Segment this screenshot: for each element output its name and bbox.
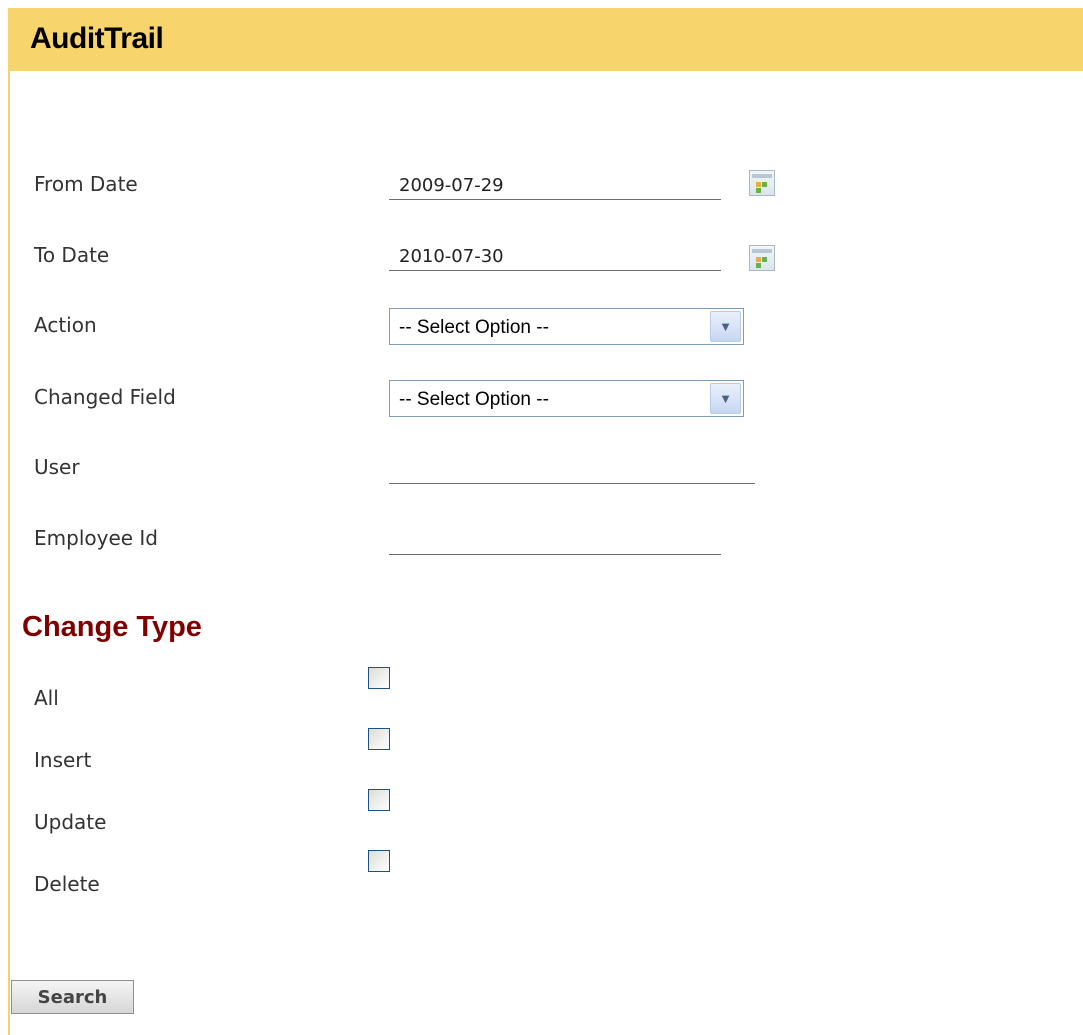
panel-header: AuditTrail [8,8,1083,71]
user-field[interactable] [389,456,755,484]
change-type-all-label: All [34,686,59,710]
changed-field-select-value: -- Select Option -- [399,389,549,410]
chevron-down-icon[interactable]: ▼ [710,383,741,414]
employee-id-label: Employee Id [34,526,159,550]
from-date-field[interactable] [389,172,721,200]
changed-field-label: Changed Field [34,385,176,409]
change-type-delete-label: Delete [34,872,100,896]
calendar-header-bar [752,249,772,253]
from-date-label: From Date [34,172,138,196]
change-type-insert-checkbox[interactable] [368,728,390,750]
user-label: User [34,455,80,479]
from-date-calendar-icon[interactable] [749,170,775,196]
calendar-day-mark [756,188,761,193]
action-select-value: -- Select Option -- [399,317,549,338]
calendar-day-mark [756,257,761,262]
to-date-label: To Date [34,243,110,267]
calendar-day-mark [762,257,767,262]
calendar-day-mark [756,263,761,268]
change-type-update-label: Update [34,810,107,834]
change-type-insert-label: Insert [34,748,92,772]
change-type-all-checkbox[interactable] [368,667,390,689]
calendar-day-mark [756,182,761,187]
action-select[interactable]: -- Select Option -- ▼ [389,308,744,345]
change-type-update-checkbox[interactable] [368,789,390,811]
audit-trail-panel [8,8,1083,1035]
calendar-header-bar [752,174,772,178]
search-button[interactable]: Search [11,980,134,1014]
to-date-field[interactable] [389,243,721,271]
action-label: Action [34,313,97,337]
employee-id-field[interactable] [389,527,721,555]
change-type-heading: Change Type [22,611,202,643]
change-type-delete-checkbox[interactable] [368,850,390,872]
to-date-calendar-icon[interactable] [749,245,775,271]
chevron-down-icon[interactable]: ▼ [710,311,741,342]
changed-field-select[interactable]: -- Select Option -- ▼ [389,380,744,417]
page-title: AuditTrail [30,22,164,55]
calendar-day-mark [762,182,767,187]
